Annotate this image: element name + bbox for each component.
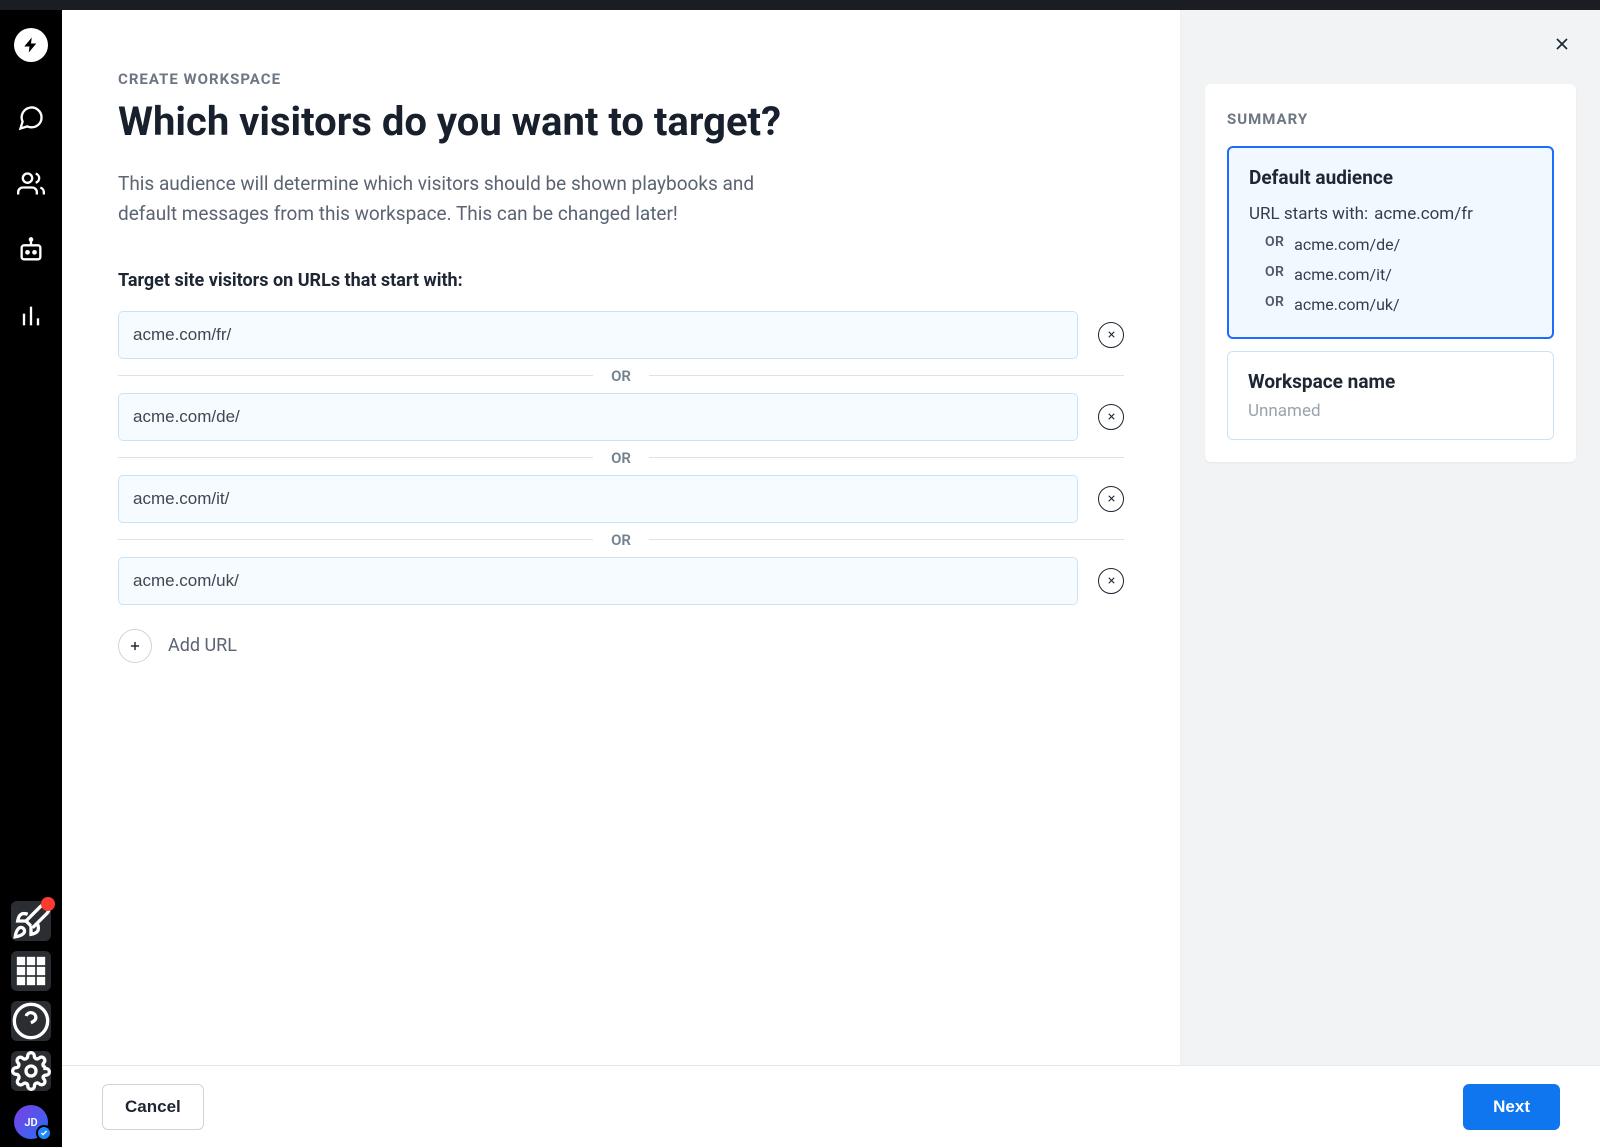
help-icon — [11, 1001, 51, 1041]
or-separator: OR — [118, 531, 1124, 549]
summary-or-label: OR — [1265, 290, 1284, 320]
url-row — [118, 393, 1124, 441]
cancel-button[interactable]: Cancel — [102, 1084, 204, 1130]
url-input[interactable] — [118, 557, 1078, 605]
remove-url-button[interactable] — [1098, 322, 1124, 348]
nav-getting-started[interactable] — [11, 901, 51, 941]
gear-icon — [11, 1051, 51, 1091]
summary-audience-box[interactable]: Default audience URL starts with: acme.c… — [1227, 146, 1554, 339]
content-area: CREATE WORKSPACE Which visitors do you w… — [62, 10, 1600, 1147]
summary-url-value: acme.com/de/ — [1294, 230, 1400, 260]
summary-prefix-label: URL starts with: — [1249, 199, 1368, 230]
close-icon — [1106, 493, 1117, 504]
user-avatar[interactable]: JD — [14, 1105, 48, 1139]
chat-icon — [17, 104, 45, 132]
add-url-button[interactable]: Add URL — [118, 629, 1124, 663]
brand-logo[interactable] — [14, 28, 48, 62]
workarea: CREATE WORKSPACE Which visitors do you w… — [62, 10, 1600, 1065]
plus-icon — [118, 629, 152, 663]
url-row — [118, 475, 1124, 523]
summary-audience-first: URL starts with: acme.com/fr — [1249, 199, 1532, 230]
bot-icon — [17, 236, 45, 264]
window-topbar — [0, 0, 1600, 10]
left-nav: JD — [0, 10, 62, 1147]
summary-or-label: OR — [1265, 260, 1284, 290]
nav-contacts[interactable] — [17, 170, 45, 198]
page-description: This audience will determine which visit… — [118, 169, 798, 230]
url-row — [118, 557, 1124, 605]
nav-conversations[interactable] — [17, 104, 45, 132]
or-separator: OR — [118, 449, 1124, 467]
close-button[interactable] — [1548, 30, 1576, 61]
breadcrumb: CREATE WORKSPACE — [118, 70, 1124, 88]
nav-settings[interactable] — [11, 1051, 51, 1091]
status-check-icon — [36, 1125, 52, 1141]
close-icon — [1552, 34, 1572, 54]
or-label: OR — [611, 531, 631, 549]
people-icon — [17, 170, 45, 198]
summary-url-value: acme.com/uk/ — [1294, 290, 1399, 320]
url-input[interactable] — [118, 311, 1078, 359]
remove-url-button[interactable] — [1098, 404, 1124, 430]
url-input[interactable] — [118, 475, 1078, 523]
app-shell: JD CREATE WORKSPACE Which visitors do yo… — [0, 10, 1600, 1147]
nav-apps[interactable] — [11, 951, 51, 991]
url-row — [118, 311, 1124, 359]
summary-workspace-label: Workspace name — [1248, 370, 1533, 393]
or-separator: OR — [118, 367, 1124, 385]
summary-audience-row: OR acme.com/it/ — [1249, 260, 1532, 290]
remove-url-button[interactable] — [1098, 568, 1124, 594]
notification-dot-icon — [41, 897, 55, 911]
nav-help[interactable] — [11, 1001, 51, 1041]
summary-url-value: acme.com/it/ — [1294, 260, 1392, 290]
or-label: OR — [611, 367, 631, 385]
bolt-icon — [22, 36, 40, 54]
nav-playbooks[interactable] — [17, 236, 45, 264]
footer: Cancel Next — [62, 1065, 1600, 1147]
right-panel: SUMMARY Default audience URL starts with… — [1180, 10, 1600, 1065]
summary-audience-row: OR acme.com/de/ — [1249, 230, 1532, 260]
page-title: Which visitors do you want to target? — [118, 98, 1124, 145]
remove-url-button[interactable] — [1098, 486, 1124, 512]
summary-audience-row: OR acme.com/uk/ — [1249, 290, 1532, 320]
summary-workspace-value: Unnamed — [1248, 401, 1533, 421]
avatar-initials: JD — [24, 1116, 37, 1129]
url-list: OR OR OR — [118, 311, 1124, 605]
close-icon — [1106, 411, 1117, 422]
or-label: OR — [611, 449, 631, 467]
url-field-label: Target site visitors on URLs that start … — [118, 270, 1124, 291]
summary-or-label: OR — [1265, 230, 1284, 260]
main-panel: CREATE WORKSPACE Which visitors do you w… — [62, 10, 1180, 1065]
close-icon — [1106, 575, 1117, 586]
close-icon — [1106, 329, 1117, 340]
grid-icon — [11, 951, 51, 991]
summary-first-value: acme.com/fr — [1374, 199, 1473, 230]
summary-workspace-box[interactable]: Workspace name Unnamed — [1227, 351, 1554, 440]
next-button[interactable]: Next — [1463, 1084, 1560, 1130]
add-url-label: Add URL — [168, 635, 237, 656]
summary-audience-heading: Default audience — [1249, 166, 1532, 189]
nav-reports[interactable] — [17, 302, 45, 330]
summary-title: SUMMARY — [1227, 110, 1554, 128]
bar-chart-icon — [17, 302, 45, 330]
url-input[interactable] — [118, 393, 1078, 441]
summary-card: SUMMARY Default audience URL starts with… — [1205, 84, 1576, 462]
